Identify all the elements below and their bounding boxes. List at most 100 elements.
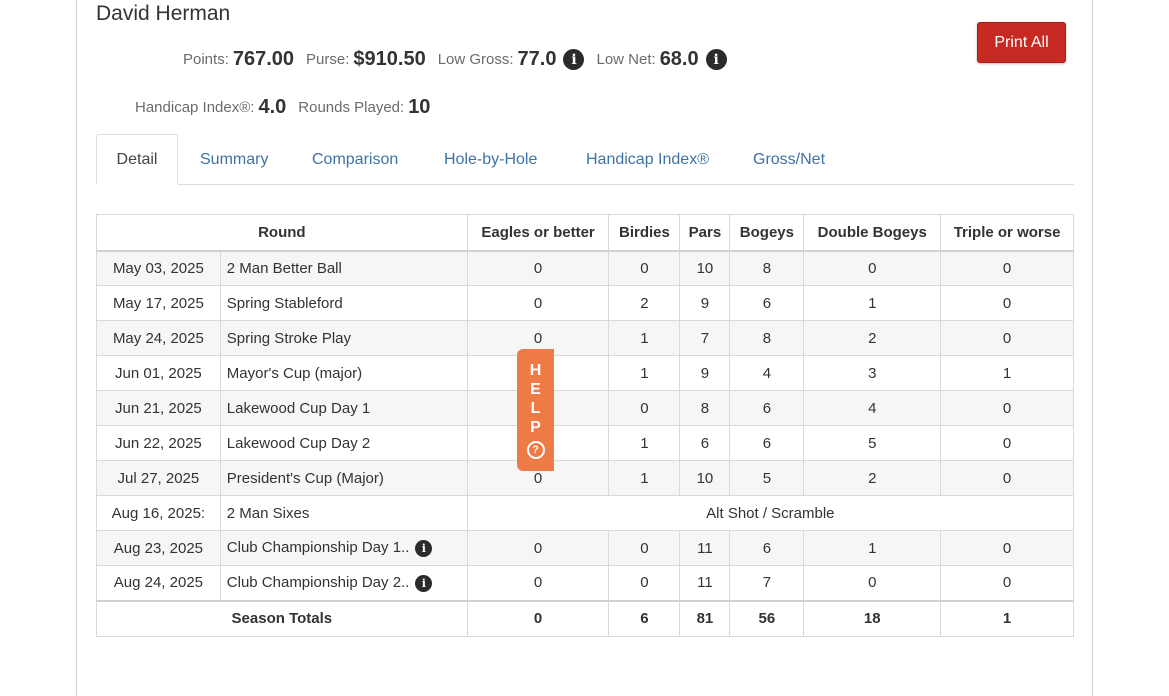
triples-cell: 0 [940,530,1074,566]
triples-cell: 0 [940,565,1074,601]
birdies-cell: 0 [608,530,681,566]
bogeys-cell: 6 [729,285,805,321]
double-bogeys-cell: 5 [803,425,942,461]
triples-cell: 0 [940,250,1074,286]
tab-hole-by-hole[interactable]: Hole-by-Hole [444,134,537,185]
round-name: Mayor's Cup (major) [219,355,468,391]
low-gross-stat: Low Gross: 77.0 i [438,48,585,71]
player-name: David Herman [96,2,231,25]
table-row: Jun 22, 2025 Lakewood Cup Day 2 1 6 6 5 … [96,425,1074,461]
round-info-icon[interactable]: i [415,540,433,557]
header-round: Round [96,214,468,252]
round-date: May 24, 2025 [96,320,221,356]
pars-cell: 8 [679,390,731,426]
header-birdies: Birdies [608,214,681,252]
double-bogeys-cell: 0 [803,565,942,601]
header-bogeys: Bogeys [729,214,805,252]
round-name-cell: Club Championship Day 2.. i [219,565,468,601]
low-gross-info-icon[interactable]: i [563,49,585,70]
print-all-button[interactable]: Print All [977,22,1066,63]
eagles-cell: 0 [466,285,610,321]
stats-row-primary: Points: 767.00 Purse: $910.50 Low Gross:… [183,48,739,71]
round-date: May 03, 2025 [96,250,221,286]
round-name: Spring Stroke Play [219,320,468,356]
eagles-cell: 0 [466,565,610,601]
double-bogeys-cell: 2 [803,320,942,356]
low-gross-label: Low Gross: [437,51,514,68]
question-circle-icon: ? [526,441,545,459]
round-name: 2 Man Better Ball [219,250,468,286]
double-bogeys-cell: 2 [803,460,942,496]
low-net-info-icon[interactable]: i [705,49,727,70]
points-stat: Points: 767.00 [183,48,294,71]
content-frame-right-border [1092,0,1093,696]
header-eagles: Eagles or better [466,214,610,252]
rounds-played-stat: Rounds Played: 10 [298,96,430,119]
triples-cell: 1 [940,355,1074,391]
round-date: Aug 23, 2025 [96,530,221,566]
help-button[interactable]: H E L P ? [517,349,554,471]
bogeys-cell: 8 [729,250,805,286]
round-name: Lakewood Cup Day 1 [219,390,468,426]
total-double-bogeys: 18 [803,599,942,637]
double-bogeys-cell: 1 [803,285,942,321]
low-net-stat: Low Net: 68.0 i [596,48,727,71]
double-bogeys-cell: 0 [803,250,942,286]
points-value: 767.00 [232,48,295,70]
triples-cell: 0 [940,285,1074,321]
total-eagles: 0 [466,599,610,637]
table-row: Jun 21, 2025 Lakewood Cup Day 1 0 8 6 4 … [96,390,1074,426]
tab-comparison[interactable]: Comparison [312,134,398,185]
round-date: Aug 24, 2025 [96,565,221,601]
birdies-cell: 0 [608,390,681,426]
bogeys-cell: 8 [729,320,805,356]
total-bogeys: 56 [729,599,805,637]
total-triples: 1 [940,599,1074,637]
stats-tabs: Detail Summary Comparison Hole-by-Hole H… [96,134,1074,185]
content-frame-left-border [76,0,77,696]
birdies-cell: 1 [608,320,681,356]
points-label: Points: [183,51,229,68]
bogeys-cell: 5 [729,460,805,496]
bogeys-cell: 6 [729,425,805,461]
pars-cell: 6 [679,425,731,461]
pars-cell: 7 [679,320,731,356]
round-name-cell: Club Championship Day 1.. i [219,530,468,566]
round-info-icon[interactable]: i [415,574,433,592]
birdies-cell: 1 [608,460,681,496]
table-row: Jun 01, 2025 Mayor's Cup (major) 1 9 4 3… [96,355,1074,391]
handicap-label: Handicap Index®: [135,99,255,116]
bogeys-cell: 6 [729,390,805,426]
birdies-cell: 2 [608,285,681,321]
purse-label: Purse: [306,51,350,68]
double-bogeys-cell: 1 [803,530,942,566]
handicap-value: 4.0 [258,96,287,118]
handicap-stat: Handicap Index®: 4.0 [135,96,286,119]
season-totals-label: Season Totals [96,599,468,637]
help-letter: L [530,400,541,417]
table-row: Aug 23, 2025 Club Championship Day 1.. i … [96,530,1074,566]
table-row: Aug 24, 2025 Club Championship Day 2.. i … [96,565,1074,601]
table-row: May 24, 2025 Spring Stroke Play 0 1 7 8 … [96,320,1074,356]
table-row: May 17, 2025 Spring Stableford 0 2 9 6 1… [96,285,1074,321]
total-birdies: 6 [608,599,681,637]
tab-gross-net[interactable]: Gross/Net [753,134,825,185]
help-letter: E [530,381,541,398]
table-row: Jul 27, 2025 President's Cup (Major) 0 1… [96,460,1074,496]
round-detail-table: Round Eagles or better Birdies Pars Boge… [96,214,1075,637]
season-totals-row: Season Totals 0 6 81 56 18 1 [96,599,1074,637]
bogeys-cell: 7 [729,565,805,601]
bogeys-cell: 4 [729,355,805,391]
stats-row-secondary: Handicap Index®: 4.0 Rounds Played: 10 [135,96,442,119]
table-row: Aug 16, 2025: 2 Man Sixes Alt Shot / Scr… [96,495,1075,531]
purse-value: $910.50 [353,48,426,70]
round-name: Spring Stableford [219,285,468,321]
tab-handicap-index[interactable]: Handicap Index® [586,134,709,185]
help-letter: H [529,362,542,379]
round-date: Jun 21, 2025 [96,390,221,426]
double-bogeys-cell: 3 [803,355,942,391]
format-note-cell: Alt Shot / Scramble [466,495,1075,531]
pars-cell: 11 [679,565,731,601]
tab-detail[interactable]: Detail [96,134,178,185]
tab-summary[interactable]: Summary [200,134,268,185]
